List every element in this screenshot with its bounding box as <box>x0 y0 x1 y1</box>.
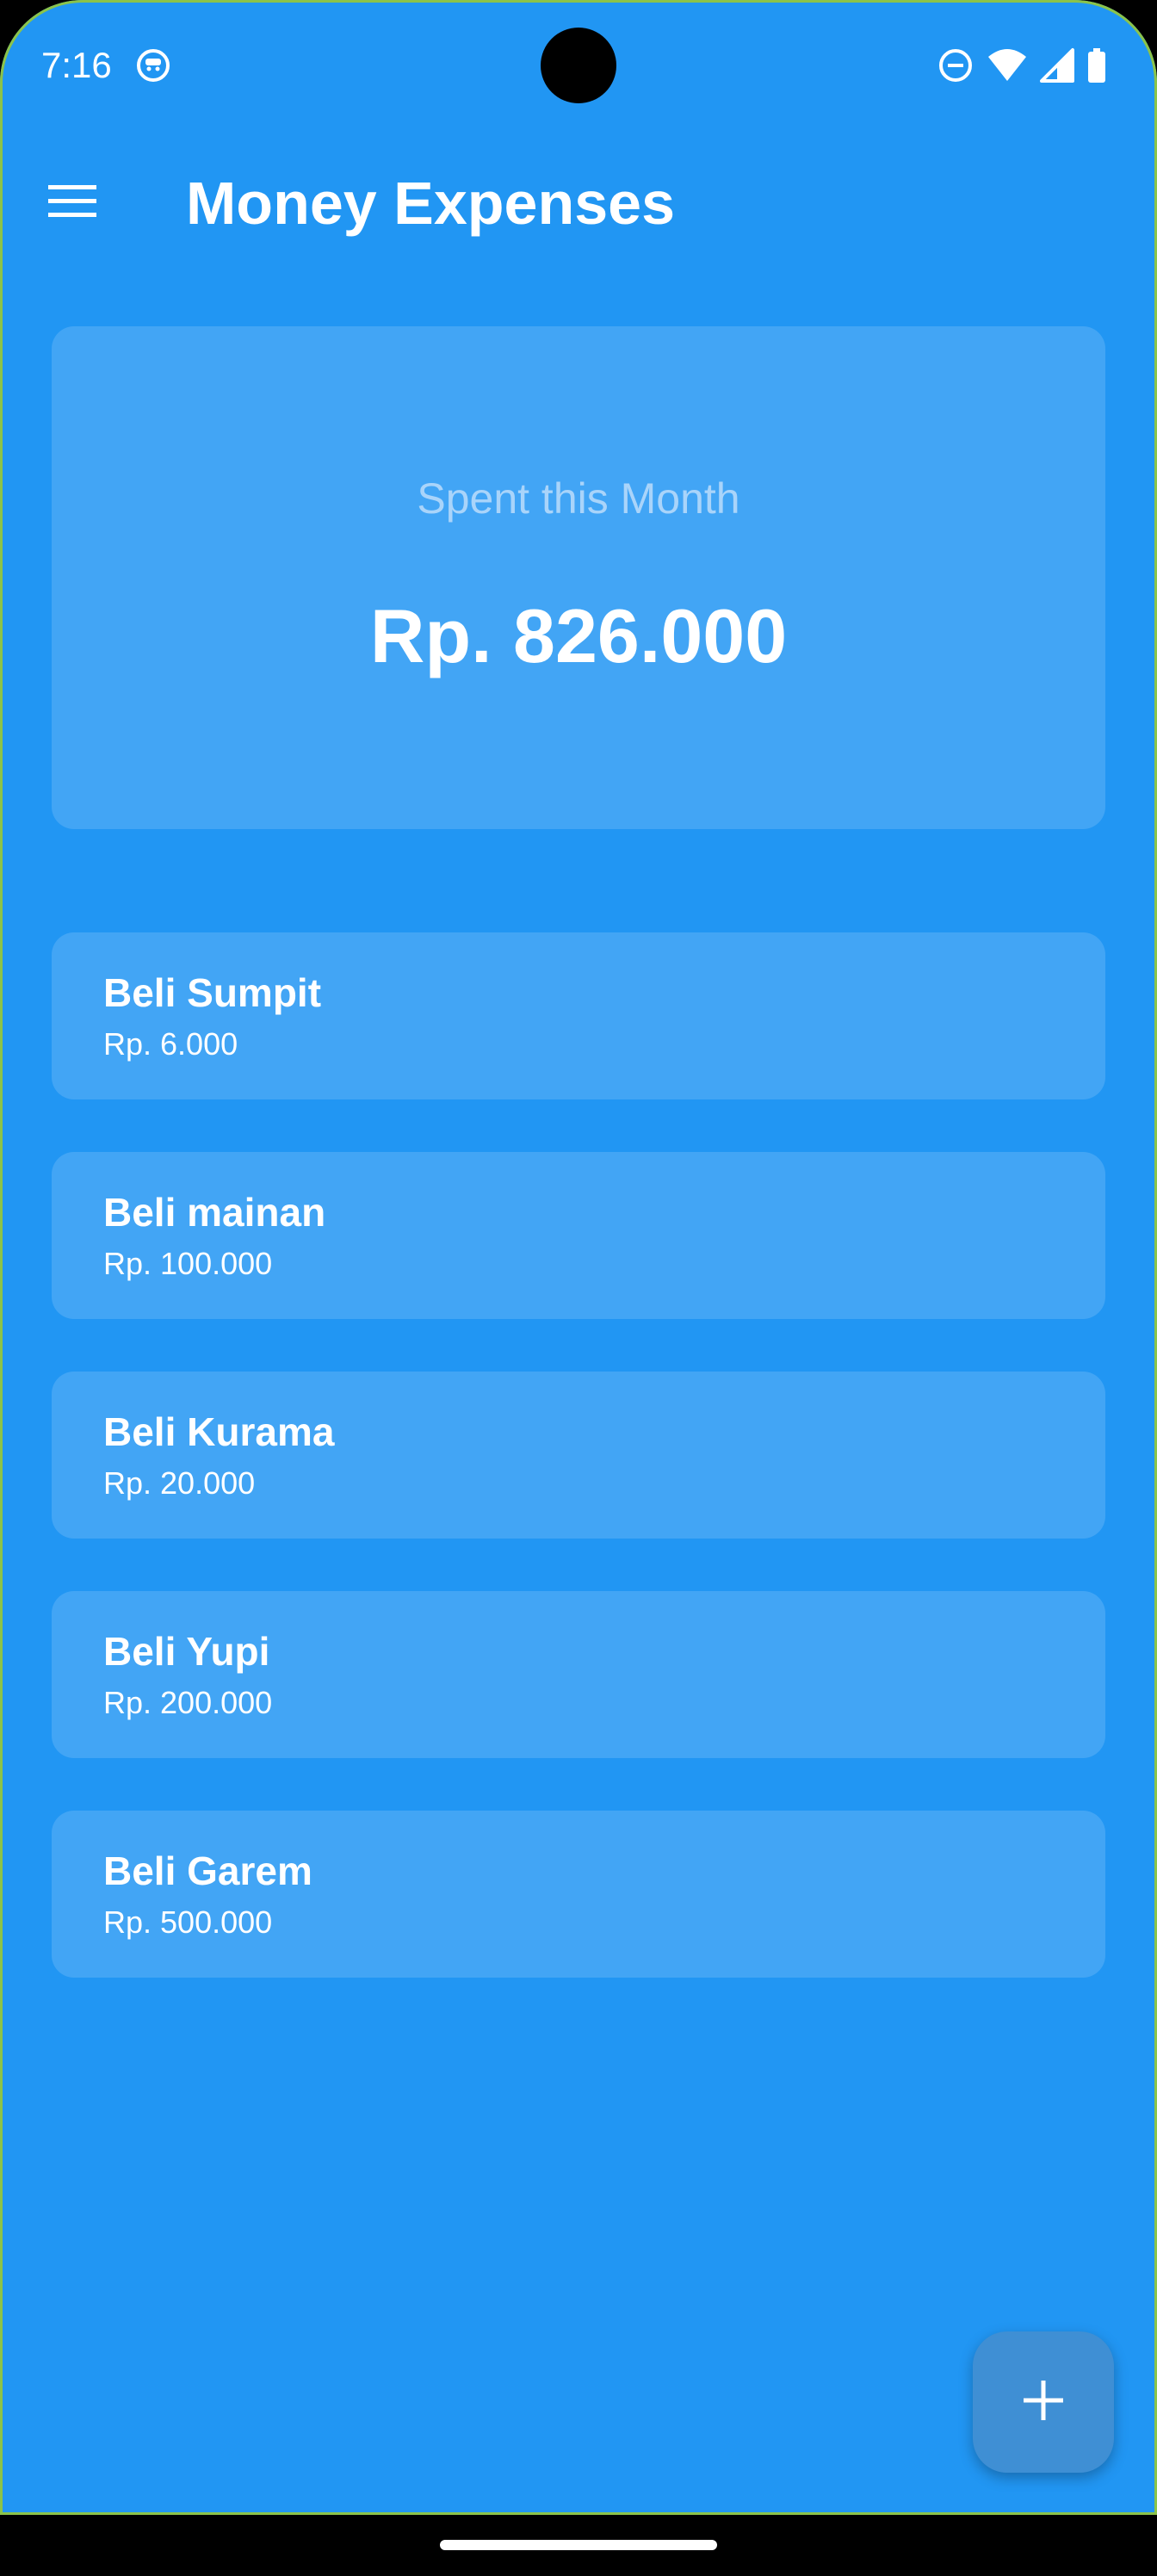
menu-button[interactable] <box>38 172 107 232</box>
expense-list-item[interactable]: Beli Sumpit Rp. 6.000 <box>52 932 1105 1099</box>
app-screen: 7:16 Money Expenses Spent this Month Rp.… <box>0 0 1157 2515</box>
battery-icon <box>1086 46 1107 84</box>
page-title: Money Expenses <box>186 170 675 237</box>
expense-amount: Rp. 500.000 <box>103 1904 273 1940</box>
plus-icon <box>1024 2380 1063 2424</box>
expense-amount: Rp. 20.000 <box>103 1465 256 1501</box>
expense-list-item[interactable]: Beli Yupi Rp. 200.000 <box>52 1591 1105 1758</box>
expense-list-item[interactable]: Beli Kurama Rp. 20.000 <box>52 1372 1105 1539</box>
expense-amount: Rp. 100.000 <box>103 1246 273 1281</box>
do-not-disturb-icon <box>937 46 974 84</box>
expense-list-item[interactable]: Beli mainan Rp. 100.000 <box>52 1152 1105 1319</box>
app-bar: Money Expenses <box>0 146 1157 258</box>
add-expense-button[interactable] <box>973 2331 1114 2473</box>
summary-amount: Rp. 826.000 <box>369 593 788 678</box>
monthly-summary-card: Spent this Month Rp. 826.000 <box>52 326 1105 829</box>
expense-list-item[interactable]: Beli Garem Rp. 500.000 <box>52 1811 1105 1978</box>
expense-amount: Rp. 6.000 <box>103 1026 238 1062</box>
hamburger-menu-icon <box>48 182 96 224</box>
expense-amount: Rp. 200.000 <box>103 1685 273 1720</box>
wifi-icon <box>987 46 1028 84</box>
expense-name: Beli mainan <box>103 1190 326 1235</box>
expense-name: Beli Kurama <box>103 1409 335 1454</box>
navigation-handle[interactable] <box>440 2540 717 2550</box>
expense-list: Beli Sumpit Rp. 6.000 Beli mainan Rp. 10… <box>52 932 1105 2030</box>
status-icons <box>937 43 1107 88</box>
app-notification-icon <box>136 48 170 83</box>
expense-name: Beli Sumpit <box>103 970 322 1015</box>
cellular-signal-icon <box>1040 46 1074 84</box>
expense-name: Beli Garem <box>103 1848 312 1893</box>
expense-name: Beli Yupi <box>103 1629 270 1674</box>
status-bar: 7:16 <box>0 0 1157 129</box>
camera-cutout <box>541 28 616 103</box>
status-time: 7:16 <box>41 45 112 85</box>
summary-label: Spent this Month <box>417 474 740 523</box>
